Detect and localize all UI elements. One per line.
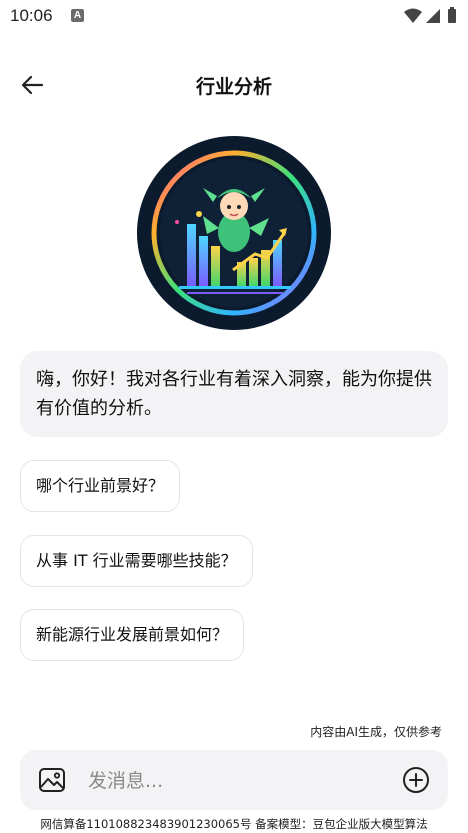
image-icon — [39, 768, 65, 792]
signal-icon — [426, 9, 440, 23]
bot-avatar — [137, 136, 331, 330]
ai-disclaimer: 内容由AI生成，仅供参考 — [310, 725, 442, 739]
suggestion-chip[interactable]: 新能源行业发展前景如何？ — [20, 609, 245, 661]
suggestion-chip[interactable]: 从事 IT 行业需要哪些技能？ — [20, 535, 253, 587]
avatar-illustration — [137, 136, 331, 330]
wifi-icon — [404, 8, 422, 23]
status-bar: 10:06 A — [0, 0, 468, 34]
message-input-bar — [20, 750, 448, 810]
battery-icon — [448, 7, 456, 23]
image-button[interactable] — [38, 767, 66, 793]
status-icons — [404, 7, 456, 23]
page-title: 行业分析 — [195, 76, 272, 98]
greeting-message: 嗨，你好！我对各行业有着深入洞察，能为你提供有价值的分析。 — [20, 351, 448, 437]
status-time: 10:06 — [10, 6, 53, 25]
suggestion-chip[interactable]: 哪个行业前景好？ — [20, 460, 181, 512]
message-input[interactable] — [86, 765, 390, 797]
filing-footer: 网信算备110108823483901230065号 备案模型：豆包企业版大模型… — [40, 817, 428, 831]
header: 行业分析 — [0, 60, 468, 110]
notification-icon: A — [71, 9, 84, 22]
add-button[interactable] — [402, 766, 430, 794]
plus-circle-icon — [403, 767, 429, 793]
